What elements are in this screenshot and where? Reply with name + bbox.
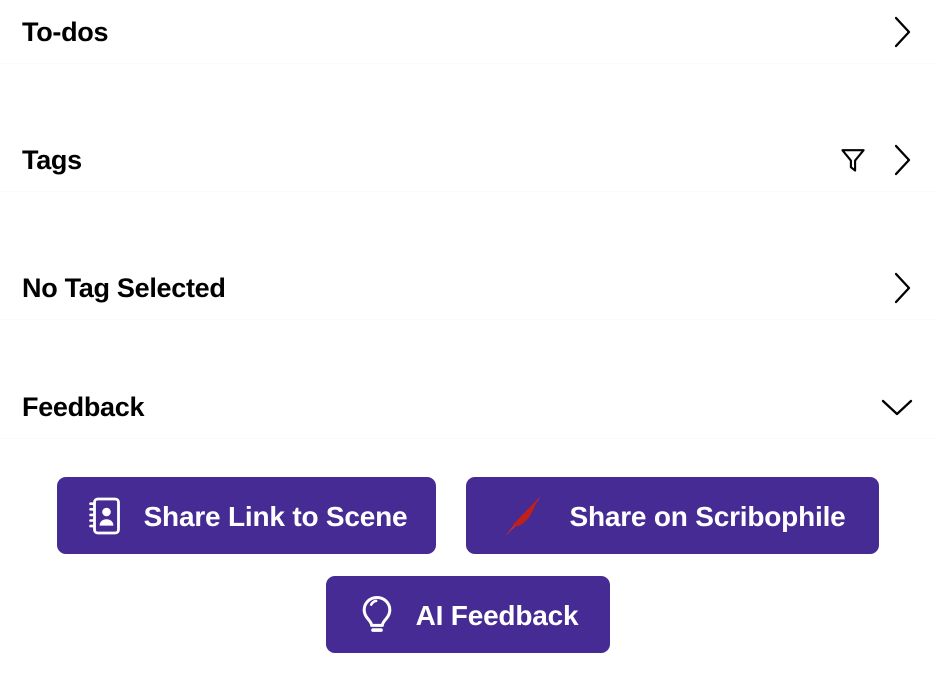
row-actions-todos bbox=[892, 15, 914, 49]
feedback-section-content: Share Link to Scene Share on Scribophile bbox=[0, 439, 936, 698]
feedback-share-button-row: Share Link to Scene Share on Scribophile bbox=[57, 477, 879, 554]
share-link-to-scene-button[interactable]: Share Link to Scene bbox=[57, 477, 436, 554]
filter-funnel-icon[interactable] bbox=[840, 146, 866, 174]
spacer-after-todos bbox=[0, 64, 936, 128]
row-actions-tags bbox=[840, 143, 914, 177]
section-title-todos: To-dos bbox=[22, 16, 109, 47]
row-actions-no-tag-selected bbox=[892, 271, 914, 305]
spacer-after-tags bbox=[0, 192, 936, 256]
share-on-scribophile-label: Share on Scribophile bbox=[569, 500, 846, 532]
share-link-to-scene-label: Share Link to Scene bbox=[143, 500, 408, 532]
section-row-tags[interactable]: Tags bbox=[0, 128, 936, 192]
section-row-feedback[interactable]: Feedback bbox=[0, 375, 936, 439]
lightbulb-icon bbox=[358, 594, 396, 636]
ai-feedback-label: AI Feedback bbox=[415, 599, 579, 631]
section-title-no-tag-selected: No Tag Selected bbox=[22, 272, 226, 303]
chevron-right-icon[interactable] bbox=[892, 271, 914, 305]
share-on-scribophile-button[interactable]: Share on Scribophile bbox=[466, 477, 879, 554]
section-title-feedback: Feedback bbox=[22, 391, 145, 422]
feedback-ai-button-row: AI Feedback bbox=[326, 576, 610, 653]
address-book-icon bbox=[86, 496, 122, 536]
chevron-right-icon[interactable] bbox=[892, 15, 914, 49]
ai-feedback-button[interactable]: AI Feedback bbox=[326, 576, 610, 653]
scene-details-panel: To-dos Tags No Tag Selected Feedback Sha… bbox=[0, 0, 936, 698]
spacer-after-no-tag-selected bbox=[0, 320, 936, 375]
section-row-todos[interactable]: To-dos bbox=[0, 0, 936, 64]
section-row-no-tag-selected[interactable]: No Tag Selected bbox=[0, 256, 936, 320]
section-title-tags: Tags bbox=[22, 144, 82, 175]
row-actions-feedback bbox=[880, 396, 914, 418]
scribophile-quill-icon bbox=[499, 492, 545, 540]
chevron-right-icon[interactable] bbox=[892, 143, 914, 177]
chevron-down-icon[interactable] bbox=[880, 396, 914, 418]
